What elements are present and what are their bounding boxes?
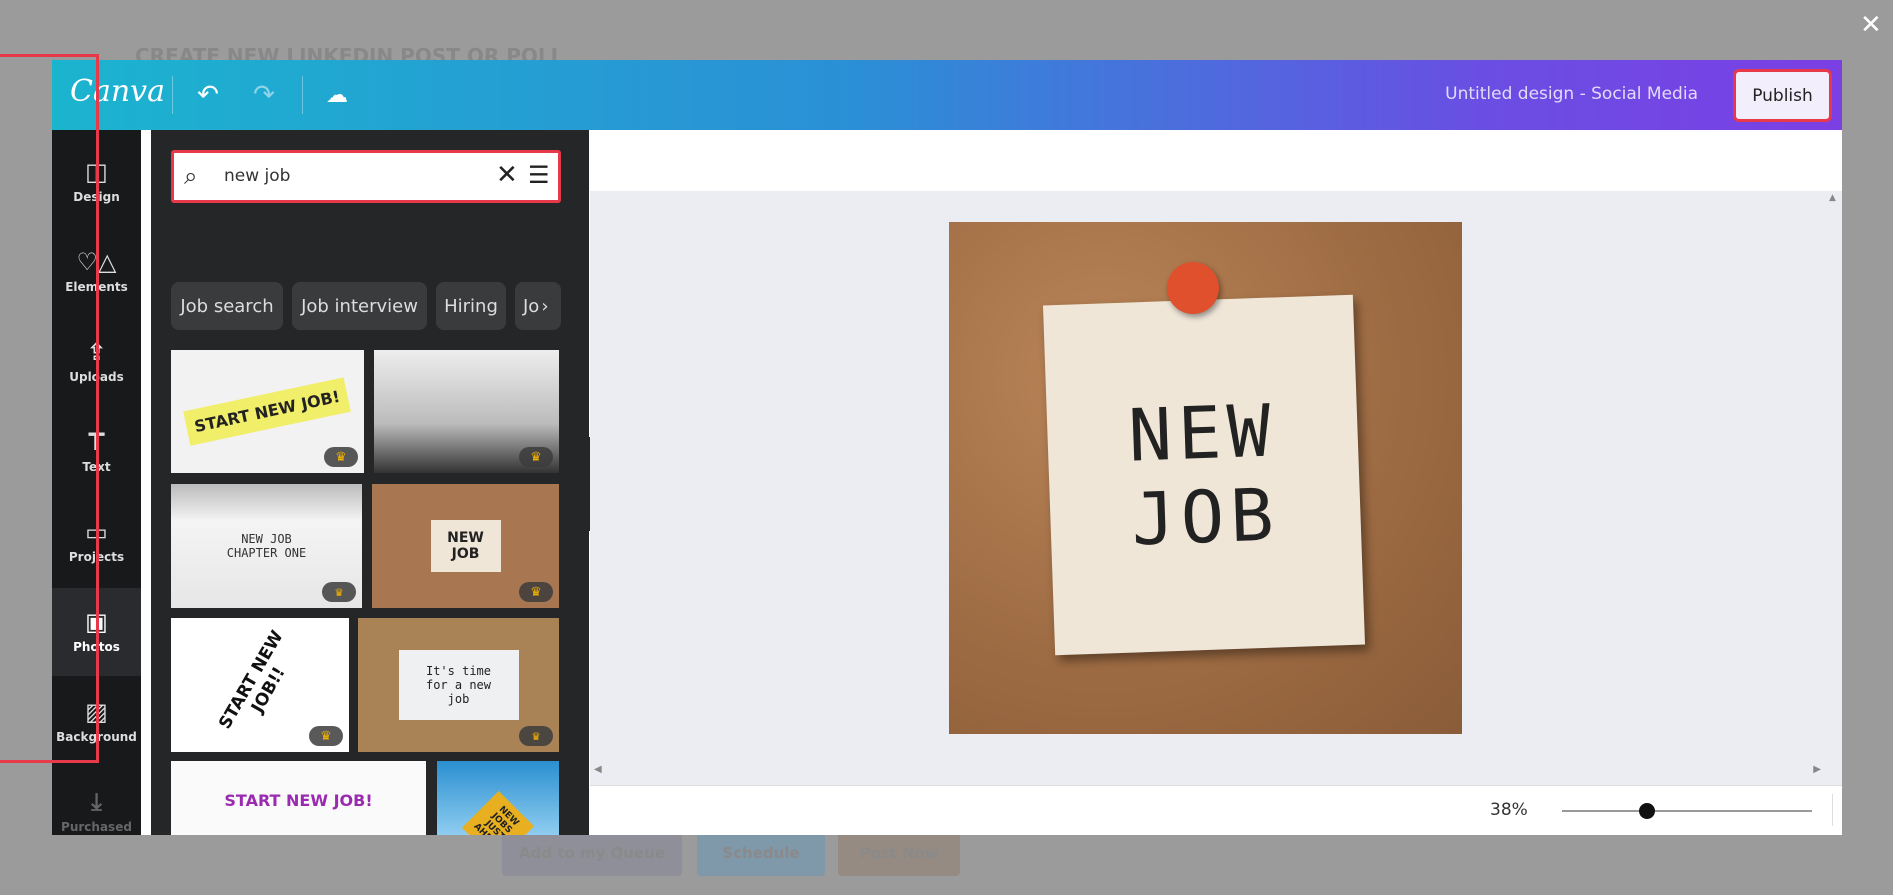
design-title[interactable]: Untitled design - Social Media [1445, 84, 1698, 104]
chevron-right-icon[interactable]: › [541, 296, 548, 317]
filter-icon[interactable]: ☰ [528, 161, 550, 189]
publish-button[interactable]: Publish [1733, 69, 1832, 122]
photo-thumb[interactable]: NEW JOB CHAPTER ONE ♛ [171, 484, 362, 608]
add-to-queue-button: Add to my Queue [502, 830, 682, 876]
photo-text: START NEW JOB! [183, 377, 352, 446]
photos-panel: ⌕ new job ✕ ☰ Job search Job interview H… [151, 130, 589, 835]
zoom-level[interactable]: 38% [1490, 800, 1528, 820]
photo-thumb[interactable]: START NEW JOB!! ♛ [171, 618, 349, 752]
rail-highlight [0, 54, 99, 763]
divider [302, 76, 303, 114]
rail-label: Purchased [61, 820, 132, 834]
chip-more[interactable]: Jo › [515, 282, 561, 330]
photo-thumb[interactable]: It's time for a new job ♛ [358, 618, 559, 752]
cloud-saved-icon[interactable]: ☁ [320, 78, 354, 112]
photo-text: It's time for a new job [398, 650, 519, 720]
search-input[interactable]: ⌕ new job ✕ ☰ [171, 150, 561, 203]
horizontal-scrollbar[interactable]: ◀ ▶ [590, 762, 1825, 779]
download-icon: ⤓ [91, 788, 102, 816]
chip-label: Jo [523, 295, 540, 317]
clear-icon[interactable]: ✕ [496, 160, 518, 190]
chip-hiring[interactable]: Hiring [436, 282, 506, 330]
photo-thumb[interactable]: NEW JOB ♛ [372, 484, 559, 608]
close-icon[interactable]: ✕ [1860, 10, 1882, 40]
undo-icon[interactable]: ↶ [191, 78, 225, 112]
bottom-bar: 38% ? [590, 785, 1842, 835]
premium-crown-icon: ♛ [519, 582, 553, 602]
editor-header: Canva ↶ ↷ ☁ Untitled design - Social Med… [52, 60, 1842, 130]
search-icon: ⌕ [184, 162, 198, 190]
chip-job-search[interactable]: Job search [171, 282, 283, 330]
premium-crown-icon: ♛ [519, 447, 553, 467]
zoom-slider-knob[interactable] [1638, 803, 1655, 819]
divider [172, 76, 173, 114]
divider [1832, 794, 1833, 826]
design-page[interactable]: NEW JOB [949, 222, 1462, 734]
vertical-scrollbar[interactable]: ▲▼ [1825, 191, 1842, 823]
photo-text: START NEW JOB!! [215, 627, 290, 733]
canva-editor-modal: Canva ↶ ↷ ☁ Untitled design - Social Med… [0, 54, 1842, 835]
photo-thumb[interactable]: START NEW JOB! [171, 761, 426, 835]
photo-text: NEW JOBS JUST AHEAD [461, 790, 535, 835]
note-text-line: NEW [1127, 388, 1278, 478]
premium-crown-icon: ♛ [309, 726, 343, 746]
redo-icon[interactable]: ↷ [247, 78, 281, 112]
canvas-top-strip [590, 130, 1842, 191]
sticky-note: NEW JOB [1042, 294, 1366, 656]
photo-thumb[interactable]: ♛ [374, 350, 559, 473]
schedule-button: Schedule [697, 830, 825, 876]
premium-crown-icon: ♛ [324, 447, 358, 467]
rail-item-purchased[interactable]: ⤓ Purchased [52, 768, 141, 835]
premium-crown-icon: ♛ [322, 582, 356, 602]
zoom-slider[interactable] [1562, 803, 1812, 819]
photo-thumb[interactable]: START NEW JOB! ♛ [171, 350, 364, 473]
photo-text: START NEW JOB! [224, 791, 373, 810]
photo-thumb[interactable]: NEW JOBS JUST AHEAD [437, 761, 559, 835]
post-now-button: Post Now [838, 830, 960, 876]
premium-crown-icon: ♛ [519, 726, 553, 746]
push-pin [1167, 262, 1219, 314]
note-text-line: JOB [1130, 472, 1281, 562]
photo-text: NEW JOB [430, 520, 501, 572]
search-value[interactable]: new job [224, 166, 290, 186]
photo-text: NEW JOB CHAPTER ONE [226, 532, 307, 560]
chip-job-interview[interactable]: Job interview [292, 282, 427, 330]
